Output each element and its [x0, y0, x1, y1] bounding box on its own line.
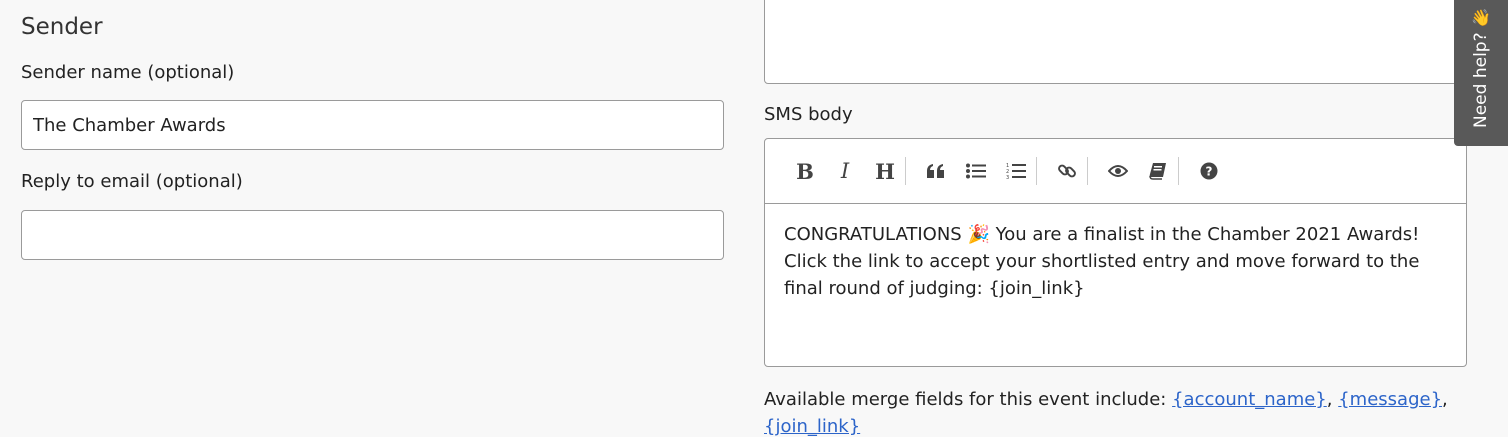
toolbar-separator	[1178, 157, 1179, 185]
preview-button[interactable]	[1098, 154, 1138, 188]
unordered-list-icon	[966, 163, 986, 179]
sender-name-label-text: Sender name	[21, 62, 142, 83]
reply-email-optional: (optional)	[155, 171, 243, 192]
heading-button[interactable]: H	[865, 154, 905, 188]
merge-field-account-name-link[interactable]: {account_name}	[1172, 389, 1327, 410]
merge-field-message-link[interactable]: {message}	[1338, 389, 1442, 410]
sender-name-label: Sender name (optional)	[21, 62, 234, 83]
sms-body-text[interactable]: CONGRATULATIONS 🎉 You are a finalist in …	[765, 204, 1466, 302]
need-help-label: Need help?	[1471, 32, 1491, 128]
reply-email-label: Reply to email (optional)	[21, 171, 243, 192]
reply-email-input[interactable]	[21, 210, 724, 260]
toolbar-separator	[1087, 157, 1088, 185]
sms-body-editor: B I H 1 2 3 ? CONGRATULATIONS 🎉 You are …	[764, 138, 1467, 367]
link-button[interactable]	[1047, 154, 1087, 188]
guide-button[interactable]	[1138, 154, 1178, 188]
unordered-list-button[interactable]	[956, 154, 996, 188]
link-icon	[1058, 164, 1076, 178]
merge-fields-text: Available merge fields for this event in…	[764, 389, 1448, 437]
sender-name-input[interactable]	[21, 100, 724, 150]
need-help-tab[interactable]: 👋 Need help?	[1454, 0, 1508, 146]
toolbar-separator	[905, 157, 906, 185]
italic-button[interactable]: I	[825, 154, 865, 188]
reply-email-label-text: Reply to email	[21, 171, 151, 192]
merge-fields-intro: Available merge fields for this event in…	[764, 389, 1167, 410]
merge-field-join-link-link[interactable]: {join_link}	[764, 416, 860, 437]
question-circle-icon: ?	[1200, 162, 1218, 180]
bold-button[interactable]: B	[785, 154, 825, 188]
sms-body-label: SMS body	[764, 104, 853, 125]
page: Sender Sender name (optional) Reply to e…	[0, 0, 1508, 437]
editor-toolbar: B I H 1 2 3 ?	[765, 139, 1466, 204]
sender-name-optional: (optional)	[147, 62, 235, 83]
previous-editor-box[interactable]	[764, 0, 1467, 84]
ordered-list-button[interactable]: 1 2 3	[996, 154, 1036, 188]
svg-text:?: ?	[1206, 165, 1213, 179]
quote-button[interactable]	[916, 154, 956, 188]
sender-section-title: Sender	[21, 14, 103, 40]
toolbar-separator	[1036, 157, 1037, 185]
svg-text:3: 3	[1006, 175, 1009, 180]
book-icon	[1149, 163, 1166, 180]
quote-icon	[927, 164, 944, 178]
ordered-list-icon: 1 2 3	[1006, 163, 1026, 180]
help-button[interactable]: ?	[1189, 154, 1229, 188]
eye-icon	[1108, 165, 1128, 177]
